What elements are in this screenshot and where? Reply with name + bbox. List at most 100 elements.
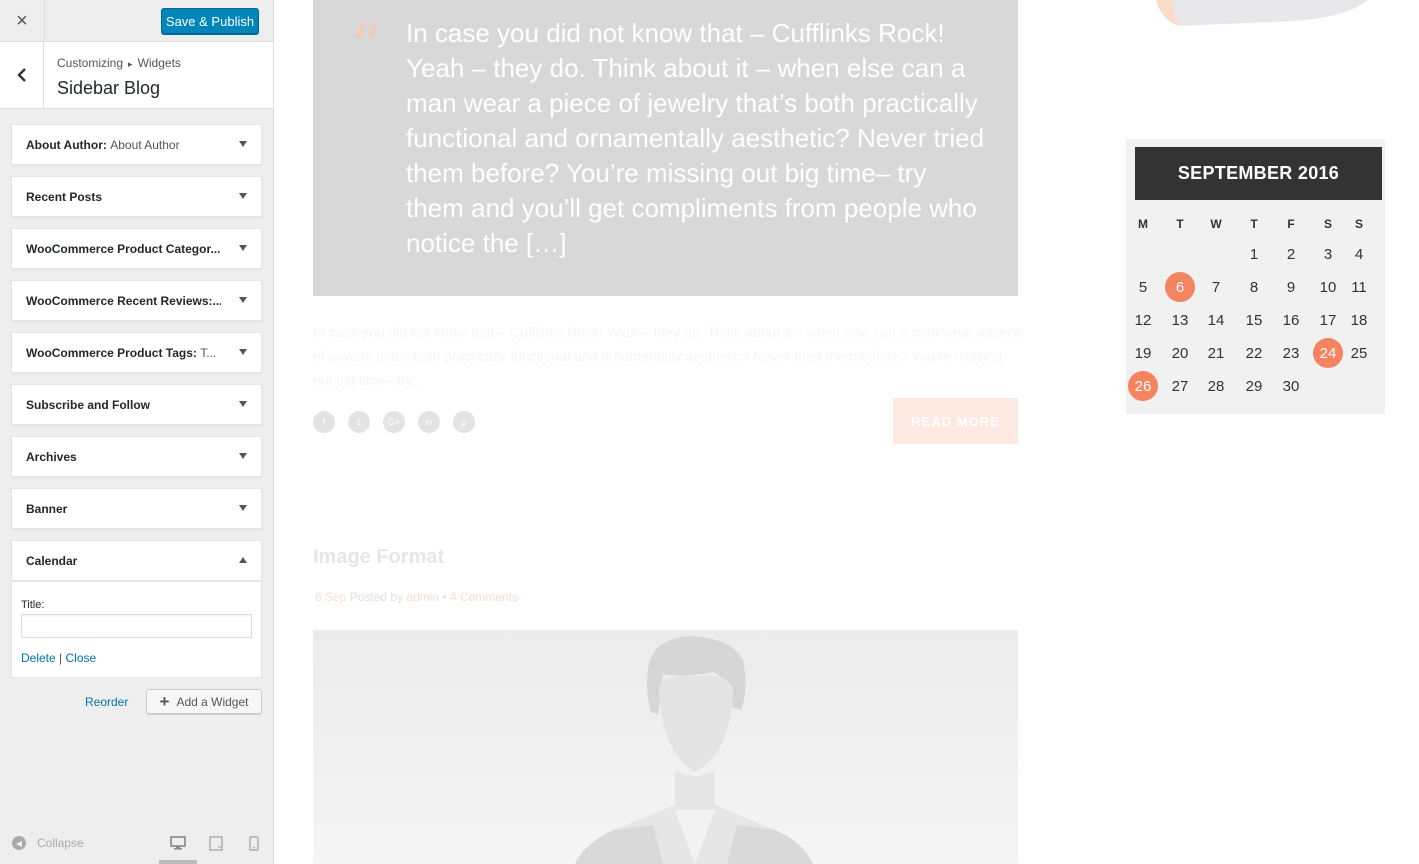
widget-actions: Delete | Close (21, 651, 96, 665)
add-widget-button[interactable]: + Add a Widget (146, 689, 262, 714)
posted-by-label: Posted by (349, 590, 404, 604)
post-title[interactable]: Image Format (313, 546, 444, 569)
widget-product-categories[interactable]: WooCommerce Product Categor... (11, 228, 262, 269)
add-widget-label: Add a Widget (176, 694, 249, 709)
widget-subscribe-follow[interactable]: Subscribe and Follow (11, 384, 262, 425)
customizer-panel: × Save & Publish Customizing ▸ Widgets Sid… (0, 0, 274, 864)
widget-archives[interactable]: Archives (11, 436, 262, 477)
calendar-day: 12 (1134, 311, 1152, 329)
calendar-day: 3 (1323, 245, 1333, 263)
calendar-day: 25 (1350, 344, 1368, 362)
product-thumbnail-image[interactable] (1154, 0, 1369, 30)
calendar-day: 7 (1211, 278, 1221, 296)
widget-about-author[interactable]: About Author: About Author (11, 124, 262, 165)
widget-title: About Author (26, 138, 103, 152)
calendar-day: 10 (1319, 278, 1337, 296)
widget-recent-reviews[interactable]: WooCommerce Recent Reviews:... (11, 280, 262, 321)
calendar-day-link[interactable]: 6 (1165, 272, 1195, 302)
post-excerpt: In case you did not know that – Cufflink… (313, 324, 1023, 388)
plus-icon: + (159, 692, 170, 711)
quote-icon: “ (350, 10, 382, 83)
widget-label: WooCommerce Product Tags: T... (26, 346, 221, 360)
widget-title: WooCommerce Recent Reviews:... (26, 294, 221, 308)
calendar-day: 29 (1245, 377, 1263, 395)
widget-title: Subscribe and Follow (26, 398, 151, 412)
widget-recent-posts[interactable]: Recent Posts (11, 176, 262, 217)
section-title: Sidebar Blog (57, 78, 161, 98)
widget-title: Recent Posts (26, 190, 103, 204)
calendar-day: 5 (1138, 278, 1148, 296)
man-portrait-image (313, 630, 1018, 864)
calendar-day: 15 (1245, 311, 1263, 329)
calendar-day: 27 (1171, 377, 1189, 395)
close-icon[interactable]: × (0, 0, 45, 42)
calendar-day: 17 (1319, 311, 1337, 329)
linkedin-icon[interactable]: in (418, 411, 440, 433)
caret-down-icon[interactable] (239, 141, 247, 147)
widget-title: WooCommerce Product Categor... (26, 242, 221, 256)
breadcrumb-widgets: Widgets (137, 56, 181, 70)
caret-down-icon[interactable] (239, 193, 247, 199)
meta-dot: • (442, 590, 447, 604)
post-comments[interactable]: 4 Comments (450, 590, 518, 604)
facebook-icon[interactable]: f (313, 411, 335, 433)
calendar-day: 21 (1207, 344, 1225, 362)
post-featured-image[interactable] (313, 630, 1018, 864)
calendar-day-link[interactable]: 24 (1313, 338, 1343, 368)
weekday-label: S (1323, 217, 1332, 231)
caret-down-icon[interactable] (239, 505, 247, 511)
collapse-arrow-icon: ◀ (12, 836, 26, 850)
calendar-day: 30 (1282, 377, 1300, 395)
caret-down-icon[interactable] (239, 401, 247, 407)
post-date[interactable]: 6 Sep (315, 590, 346, 604)
widget-title: WooCommerce Product Tags: (26, 346, 197, 360)
back-button[interactable] (0, 42, 44, 108)
share-icons: f t G+ in p (313, 411, 475, 433)
calendar-day: 4 (1354, 245, 1364, 263)
caret-down-icon[interactable] (239, 297, 247, 303)
actions-separator: | (59, 651, 63, 665)
breadcrumb: Customizing ▸ Widgets (57, 56, 181, 70)
widget-banner[interactable]: Banner (11, 488, 262, 529)
widget-subtitle: About Author (110, 138, 180, 152)
weekday-label: S (1354, 217, 1363, 231)
read-more-button[interactable]: READ MORE (893, 398, 1018, 444)
calendar-widget: SEPTEMBER 2016 M T W T F S S 1 2 3 4 5 6 7 8 9 10 11 12 13 1… (1126, 139, 1385, 414)
close-link[interactable]: Close (66, 651, 97, 665)
breadcrumb-customizing: Customizing (57, 56, 124, 70)
caret-up-icon[interactable] (239, 557, 247, 563)
caret-down-icon[interactable] (239, 349, 247, 355)
calendar-day: 16 (1282, 311, 1300, 329)
calendar-month: SEPTEMBER 2016 (1135, 147, 1382, 200)
widget-subtitle: T... (200, 346, 217, 360)
weekday-label: F (1287, 217, 1295, 231)
post-author[interactable]: admin (406, 590, 439, 604)
weekday-label: M (1138, 217, 1148, 231)
tablet-icon[interactable] (209, 836, 223, 851)
calendar-day: 20 (1171, 344, 1189, 362)
google-plus-icon[interactable]: G+ (383, 411, 405, 433)
widget-product-tags[interactable]: WooCommerce Product Tags: T... (11, 332, 262, 373)
collapse-label: Collapse (37, 836, 84, 850)
widget-title: Calendar (26, 554, 78, 568)
active-device-indicator (159, 860, 197, 864)
pinterest-icon[interactable]: p (453, 411, 475, 433)
post-meta: 6 Sep Posted by admin • 4 Comments (315, 590, 518, 604)
twitter-icon[interactable]: t (348, 411, 370, 433)
title-input[interactable] (21, 614, 252, 638)
delete-link[interactable]: Delete (21, 651, 56, 665)
calendar-day: 9 (1286, 278, 1296, 296)
save-publish-button[interactable]: Save & Publish (161, 8, 259, 34)
breadcrumb-separator: ▸ (128, 59, 133, 69)
desktop-icon[interactable] (170, 836, 186, 850)
caret-down-icon[interactable] (239, 453, 247, 459)
widget-calendar[interactable]: Calendar (11, 540, 262, 581)
collapse-button[interactable]: ◀ Collapse (12, 836, 84, 850)
caret-down-icon[interactable] (239, 245, 247, 251)
calendar-day: 11 (1351, 278, 1367, 296)
calendar-day-link[interactable]: 26 (1128, 371, 1158, 401)
mobile-icon[interactable] (249, 836, 259, 851)
reorder-link[interactable]: Reorder (85, 695, 128, 709)
weekday-label: T (1176, 217, 1184, 231)
calendar-widget-form: Title: Delete | Close (11, 581, 262, 678)
